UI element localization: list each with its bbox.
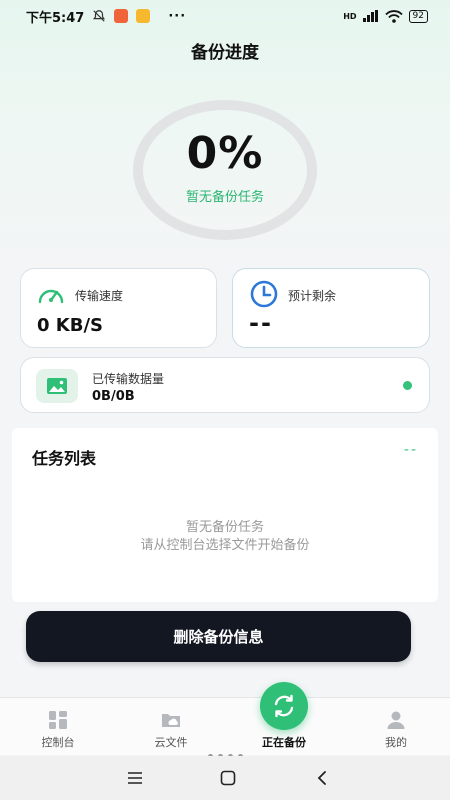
nav-back-button[interactable] (310, 766, 334, 790)
task-empty-hint: 请从控制台选择文件开始备份 (140, 538, 310, 553)
app-notification-icon (114, 9, 129, 23)
back-chevron-icon (317, 771, 326, 785)
delete-backup-info-button[interactable]: 删除备份信息 (26, 611, 411, 662)
remaining-time-card: 预计剩余 -- (232, 268, 430, 348)
speed-label: 传输速度 (75, 289, 124, 303)
tab-label: 云文件 (154, 736, 188, 749)
task-list-panel: 任务列表 -- 暂无备份任务 请从控制台选择文件开始备份 (12, 428, 438, 602)
bottom-tab-bar: 控制台 云文件 正在备份 我的 (0, 697, 450, 755)
system-nav-bar (0, 756, 450, 800)
progress-percent: 0% (186, 128, 264, 179)
network-type: HD (343, 11, 357, 21)
notification-off-icon (93, 10, 106, 22)
nav-home-button[interactable] (216, 766, 240, 790)
sync-fab-button[interactable] (260, 682, 308, 730)
tab-label: 正在备份 (262, 736, 306, 749)
home-square-icon (220, 770, 236, 786)
task-list-indicator: -- (403, 442, 418, 458)
remaining-value: -- (249, 309, 273, 337)
tab-cloud-files[interactable]: 云文件 (126, 698, 216, 756)
transferred-value: 0B/0B (92, 389, 135, 404)
message-notification-icon (136, 9, 151, 23)
task-list-title: 任务列表 (32, 449, 97, 468)
transferred-label: 已传输数据量 (92, 372, 165, 386)
tab-console[interactable]: 控制台 (13, 698, 103, 756)
clock-icon (250, 280, 278, 308)
sync-icon (274, 694, 294, 718)
status-dot (403, 381, 412, 390)
tab-label: 控制台 (41, 736, 75, 749)
page-title: 备份进度 (191, 43, 259, 63)
speed-card: 传输速度 0 KB/S (20, 268, 217, 348)
tab-mine[interactable]: 我的 (351, 698, 441, 756)
transferred-data-card: 已传输数据量 0B/0B (20, 357, 430, 413)
remaining-label: 预计剩余 (288, 289, 337, 303)
more-notifications-icon: ··· (168, 8, 187, 24)
tab-label: 我的 (385, 736, 407, 749)
image-icon (47, 378, 67, 394)
status-time: 下午5:47 (26, 10, 85, 26)
signal-icon (362, 10, 378, 22)
speed-value: 0 KB/S (37, 315, 103, 336)
task-empty-message: 暂无备份任务 (185, 520, 264, 535)
wifi-icon (384, 9, 403, 23)
speedometer-icon (38, 289, 64, 304)
battery-indicator: 92 (408, 9, 428, 23)
dashboard-icon (49, 711, 67, 729)
menu-icon (128, 772, 142, 784)
cloud-folder-icon (162, 714, 180, 727)
nav-menu-button[interactable] (123, 766, 147, 790)
user-icon (387, 711, 405, 729)
transfer-icon-box (36, 369, 78, 403)
progress-status-text: 暂无备份任务 (185, 190, 264, 205)
status-bar: 下午5:47 ··· HD 92 (0, 0, 450, 32)
